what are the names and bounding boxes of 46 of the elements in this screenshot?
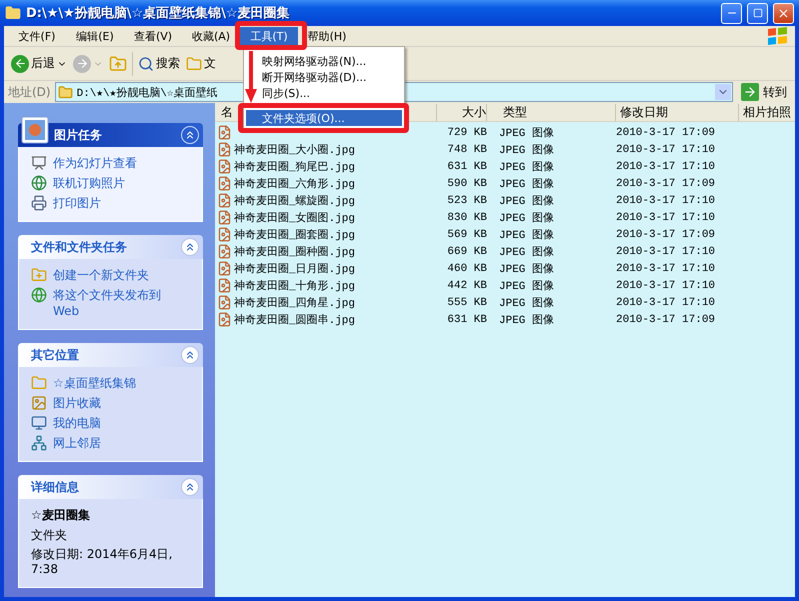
file-type: JPEG 图像 — [499, 245, 556, 259]
file-type: JPEG 图像 — [499, 296, 556, 310]
file-type: JPEG 图像 — [499, 143, 556, 157]
modified-date: 2010-3-17 17:10 — [616, 194, 716, 206]
modified-date: 2010-3-17 17:10 — [616, 296, 716, 308]
panel-title: 其它位置 — [31, 346, 80, 364]
folder-type: 文件夹 — [31, 528, 68, 543]
file-size: 569 KB — [446, 228, 487, 240]
file-type: JPEG 图像 — [499, 211, 556, 225]
modified-date: 2010-3-17 17:10 — [616, 280, 716, 292]
file-size: 729 KB — [446, 126, 487, 138]
modified-date: 修改日期: 2014年6月4日, 7:38 — [31, 547, 174, 577]
modified-date: 2010-3-17 17:09 — [616, 314, 716, 326]
file-size: 748 KB — [446, 144, 487, 156]
file-size: 631 KB — [446, 160, 487, 172]
window-title: D:\★\★扮靓电脑\☆桌面壁纸集锦\☆麦田圈集 — [26, 4, 291, 22]
file-size: 442 KB — [446, 280, 487, 292]
modified-date: 2010-3-17 17:10 — [616, 262, 716, 274]
file-size: 830 KB — [446, 212, 487, 224]
modified-date: 2010-3-17 17:09 — [616, 178, 716, 190]
folder-name: ☆麦田圈集 — [31, 507, 91, 524]
modified-date: 2010-3-17 17:09 — [616, 126, 716, 138]
file-type: JPEG 图像 — [499, 279, 556, 293]
panel-title: 文件和文件夹任务 — [31, 238, 128, 256]
modified-date: 2010-3-17 17:10 — [616, 144, 716, 156]
modified-date: 2010-3-17 17:09 — [616, 228, 716, 240]
modified-date: 2010-3-17 17:10 — [616, 212, 716, 224]
file-type: JPEG 图像 — [499, 228, 556, 242]
file-type: JPEG 图像 — [499, 313, 556, 327]
file-size: 555 KB — [446, 296, 487, 308]
file-type: JPEG 图像 — [499, 126, 556, 140]
modified-date: 2010-3-17 17:10 — [616, 160, 716, 172]
file-size: 590 KB — [446, 178, 487, 190]
file-size: 523 KB — [446, 194, 487, 206]
file-type: JPEG 图像 — [499, 262, 556, 276]
file-type: JPEG 图像 — [499, 194, 556, 208]
modified-date: 2010-3-17 17:10 — [616, 246, 716, 258]
address-text: D:\★\★扮靓电脑\☆桌面壁纸 — [76, 86, 218, 100]
panel-title: 详细信息 — [31, 478, 80, 496]
file-type: JPEG 图像 — [499, 160, 556, 174]
panel-title: 图片任务 — [54, 126, 103, 144]
address-label: 地址(D) — [8, 84, 51, 100]
file-size: 460 KB — [446, 262, 487, 274]
file-size: 669 KB — [446, 246, 487, 258]
file-size: 631 KB — [446, 314, 487, 326]
file-type: JPEG 图像 — [499, 177, 556, 191]
